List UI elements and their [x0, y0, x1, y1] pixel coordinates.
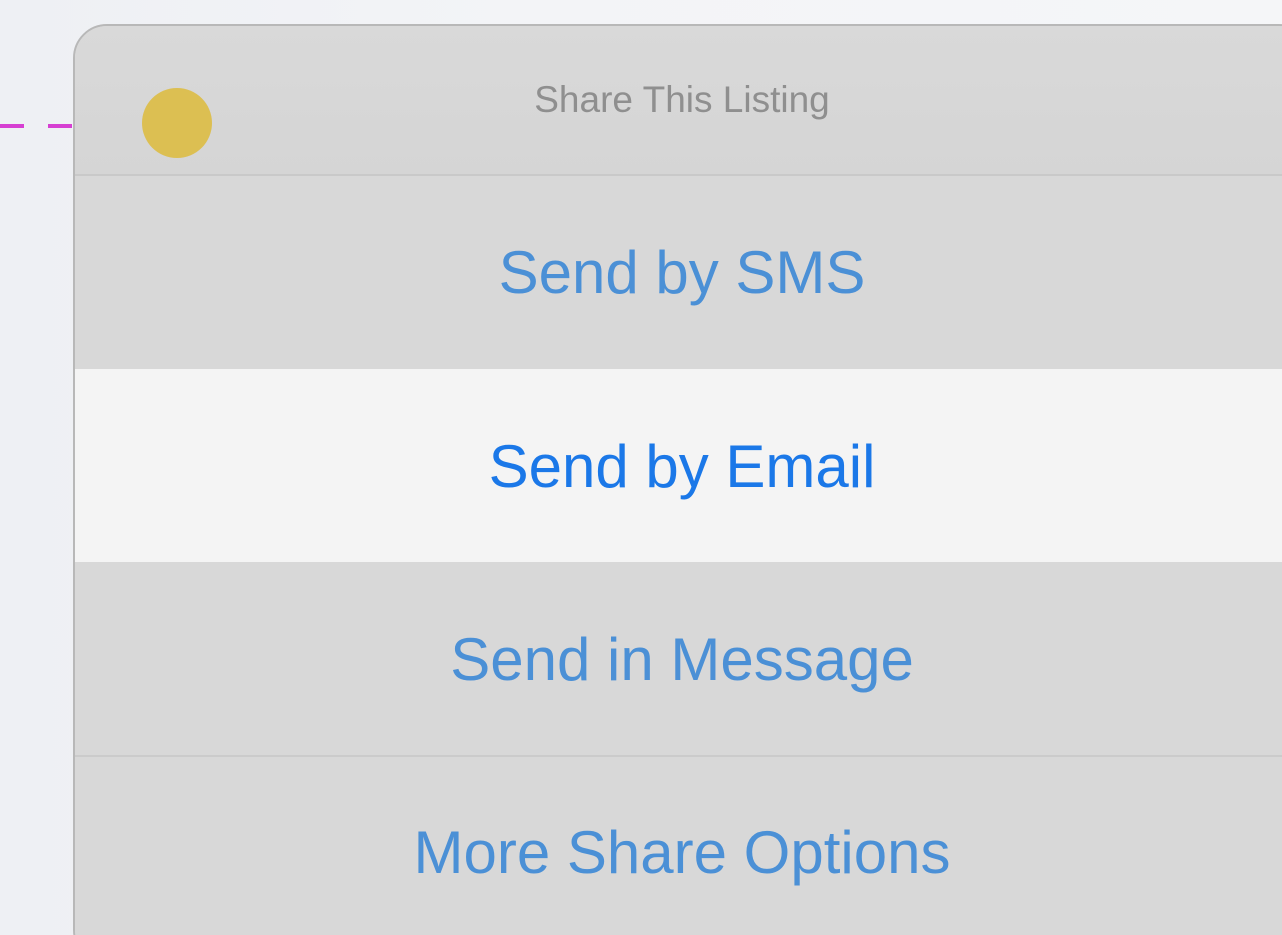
screen: Share This Listing Send by SMS Send by E… — [0, 0, 1282, 935]
send-in-message-button[interactable]: Send in Message — [75, 562, 1282, 755]
more-share-options-button[interactable]: More Share Options — [75, 755, 1282, 935]
action-sheet-title: Share This Listing — [75, 26, 1282, 176]
send-by-sms-button[interactable]: Send by SMS — [75, 176, 1282, 369]
send-by-email-button[interactable]: Send by Email — [75, 369, 1282, 562]
share-action-sheet: Share This Listing Send by SMS Send by E… — [73, 24, 1282, 935]
annotation-marker-dot — [142, 88, 212, 158]
